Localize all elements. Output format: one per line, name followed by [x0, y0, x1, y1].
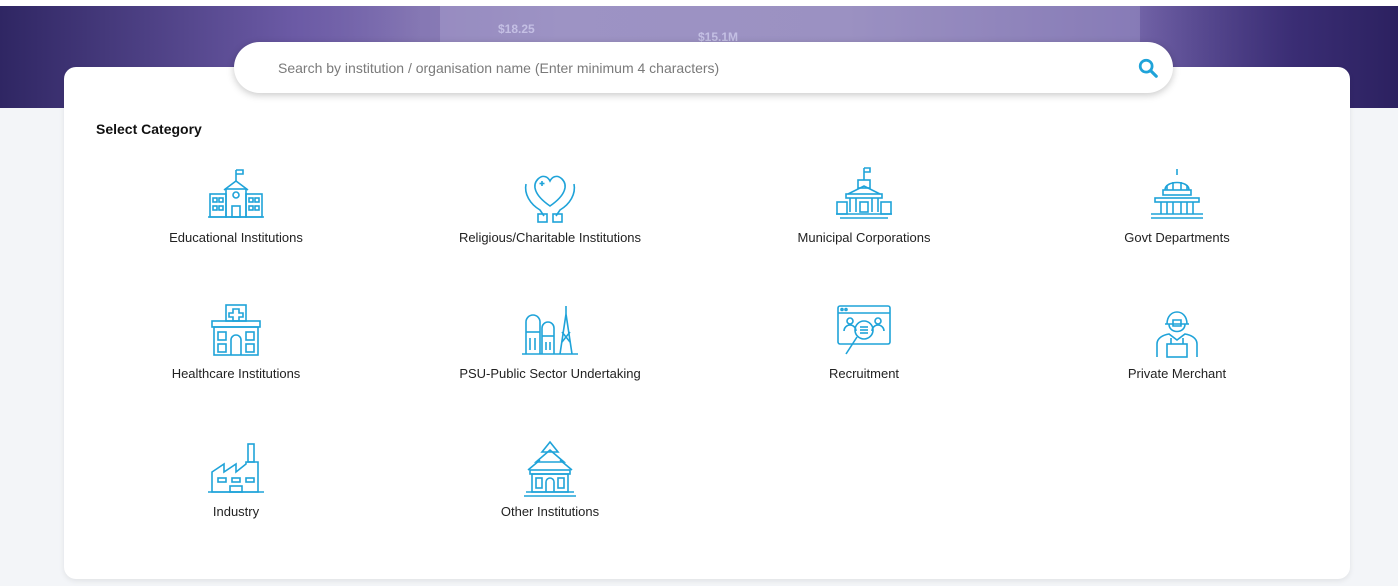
category-label: Recruitment — [828, 366, 900, 381]
category-educational-institutions[interactable]: Educational Institutions — [86, 166, 386, 266]
category-municipal-corporations[interactable]: Municipal Corporations — [714, 166, 1014, 266]
category-industry[interactable]: Industry — [86, 440, 386, 540]
municipal-building-icon — [836, 167, 892, 219]
recruitment-search-icon — [837, 305, 891, 355]
hospital-icon — [211, 304, 261, 356]
category-govt-departments[interactable]: Govt Departments — [1027, 166, 1327, 266]
merchant-person-icon — [1156, 311, 1198, 358]
category-label: Private Merchant — [1127, 366, 1227, 381]
school-icon — [208, 169, 264, 218]
factory-icon — [208, 443, 264, 493]
category-private-merchant[interactable]: Private Merchant — [1027, 302, 1327, 402]
category-label: Healthcare Institutions — [171, 366, 301, 381]
category-healthcare-institutions[interactable]: Healthcare Institutions — [86, 302, 386, 402]
category-religious-charitable[interactable]: Religious/Charitable Institutions — [400, 166, 700, 266]
banner-metric: $18.25 — [498, 22, 535, 36]
capitol-dome-icon — [1151, 169, 1203, 219]
section-title: Select Category — [96, 121, 202, 137]
temple-icon — [524, 440, 576, 497]
category-label: Govt Departments — [1124, 230, 1230, 245]
heart-hands-icon — [524, 175, 576, 223]
category-label: Religious/Charitable Institutions — [458, 230, 642, 245]
category-label: Industry — [212, 504, 260, 519]
category-label: Municipal Corporations — [797, 230, 931, 245]
category-label: PSU-Public Sector Undertaking — [459, 366, 641, 381]
search-icon[interactable] — [1137, 57, 1159, 79]
category-other-institutions[interactable]: Other Institutions — [400, 440, 700, 540]
category-label: Educational Institutions — [169, 230, 303, 245]
category-label: Other Institutions — [500, 504, 600, 519]
oil-refinery-icon — [522, 306, 578, 355]
category-recruitment[interactable]: Recruitment — [714, 302, 1014, 402]
search-bar — [234, 42, 1173, 93]
search-input[interactable] — [276, 51, 1100, 84]
category-psu[interactable]: PSU-Public Sector Undertaking — [400, 302, 700, 402]
